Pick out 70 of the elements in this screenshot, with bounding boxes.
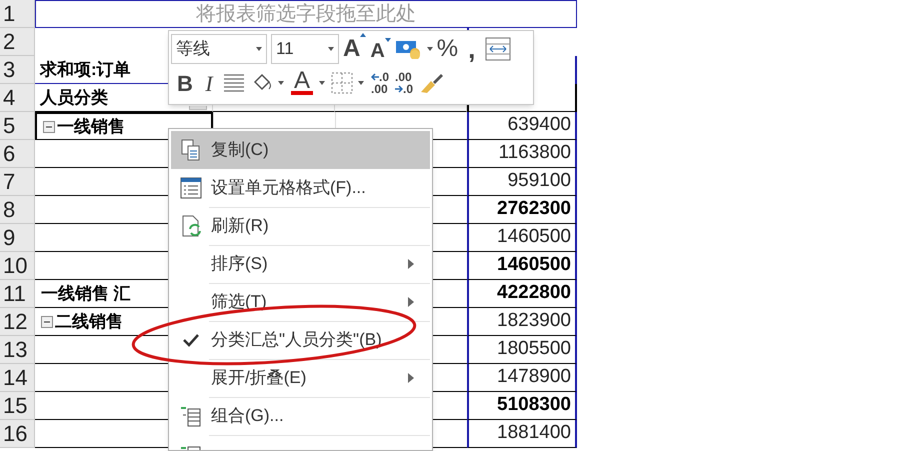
increase-decimal-button[interactable]: .0 .00 [371, 71, 390, 95]
row-number: 8 [0, 196, 35, 224]
table-cell-text: 1460500 [497, 225, 571, 250]
row-number: 3 [0, 56, 35, 84]
menu-item[interactable]: 刷新(R) [171, 207, 430, 245]
table-cell-text: 639400 [508, 113, 571, 138]
menu-item[interactable]: 排序(S) [171, 245, 430, 283]
row-number: 15 [0, 392, 35, 420]
font-size-field[interactable]: 11 [271, 34, 339, 64]
copy-icon [180, 139, 202, 161]
italic-button[interactable]: I [201, 66, 217, 100]
menu-item[interactable]: 复制(C) [171, 131, 430, 169]
row-label: 一线销售 [57, 116, 125, 138]
caret-icon [256, 47, 262, 51]
percent-button[interactable]: % [436, 31, 458, 67]
refresh-icon [180, 215, 202, 237]
table-cell-text: 1881400 [497, 421, 571, 446]
row-label: 二线销售 [55, 310, 123, 333]
currency-icon [394, 39, 423, 59]
list-icon [180, 177, 202, 199]
arrow-icon [371, 73, 379, 81]
row-number: 2 [0, 28, 35, 56]
menu-item[interactable]: 组合(G)... [171, 397, 430, 435]
row-number: 13 [0, 336, 35, 364]
row-number: 10 [0, 252, 35, 280]
table-cell-text: 1805500 [497, 337, 571, 362]
decrease-decimal-button[interactable]: .00 .0 [395, 71, 414, 95]
format-painter-icon [419, 72, 444, 94]
row-number: 12 [0, 308, 35, 336]
bold-button[interactable]: B [175, 66, 195, 100]
row-number: 9 [0, 224, 35, 252]
row-number: 14 [0, 364, 35, 392]
caret-icon [328, 47, 334, 51]
arrow-icon [395, 85, 404, 93]
row-number: 4 [0, 84, 35, 112]
shrink-font-button[interactable]: A [370, 36, 391, 66]
table-cell-text: 1478900 [497, 365, 571, 390]
row-number: 11 [0, 280, 35, 308]
borders-icon [331, 72, 365, 94]
table-cell-text: 2762300 [497, 197, 571, 222]
font-name-field[interactable]: 等线 [171, 34, 267, 64]
value-field-label: 求和项:订单 [40, 58, 131, 81]
row-number: 6 [0, 140, 35, 168]
table-cell-text: 1823900 [497, 309, 571, 334]
menu-item[interactable]: 展开/折叠(E) [171, 359, 430, 397]
row-number: 5 [0, 112, 35, 140]
table-cell-text: 1163800 [498, 141, 571, 166]
caret-icon [426, 47, 433, 51]
align-center-icon [223, 72, 245, 94]
table-cell-text: 5108300 [497, 393, 571, 418]
check-icon [183, 333, 199, 347]
caret-icon [360, 33, 366, 37]
grow-font-button[interactable]: A [343, 31, 366, 67]
table-cell-text: 959100 [508, 169, 571, 194]
wrap-text-icon [485, 37, 512, 61]
font-color-button[interactable]: A [291, 71, 313, 95]
filter-button[interactable] [189, 106, 207, 110]
row-number: 1 [0, 0, 35, 28]
row-number: 7 [0, 168, 35, 196]
filter-hint: 将报表筛选字段拖至此处 [196, 2, 416, 27]
row-label: 一线销售 汇 [41, 282, 131, 305]
table-cell-text: 1460500 [497, 253, 571, 278]
caret-icon [384, 38, 391, 42]
column-header: 人员分类 [40, 86, 108, 109]
caret-icon [319, 81, 325, 85]
row-number: 16 [0, 420, 35, 448]
table-cell-text: 4222800 [497, 281, 571, 306]
menu-item[interactable]: 分类汇总"人员分类"(B) [171, 321, 430, 359]
menu-item[interactable]: 设置单元格格式(F)... [171, 169, 430, 207]
group-icon [180, 405, 202, 427]
